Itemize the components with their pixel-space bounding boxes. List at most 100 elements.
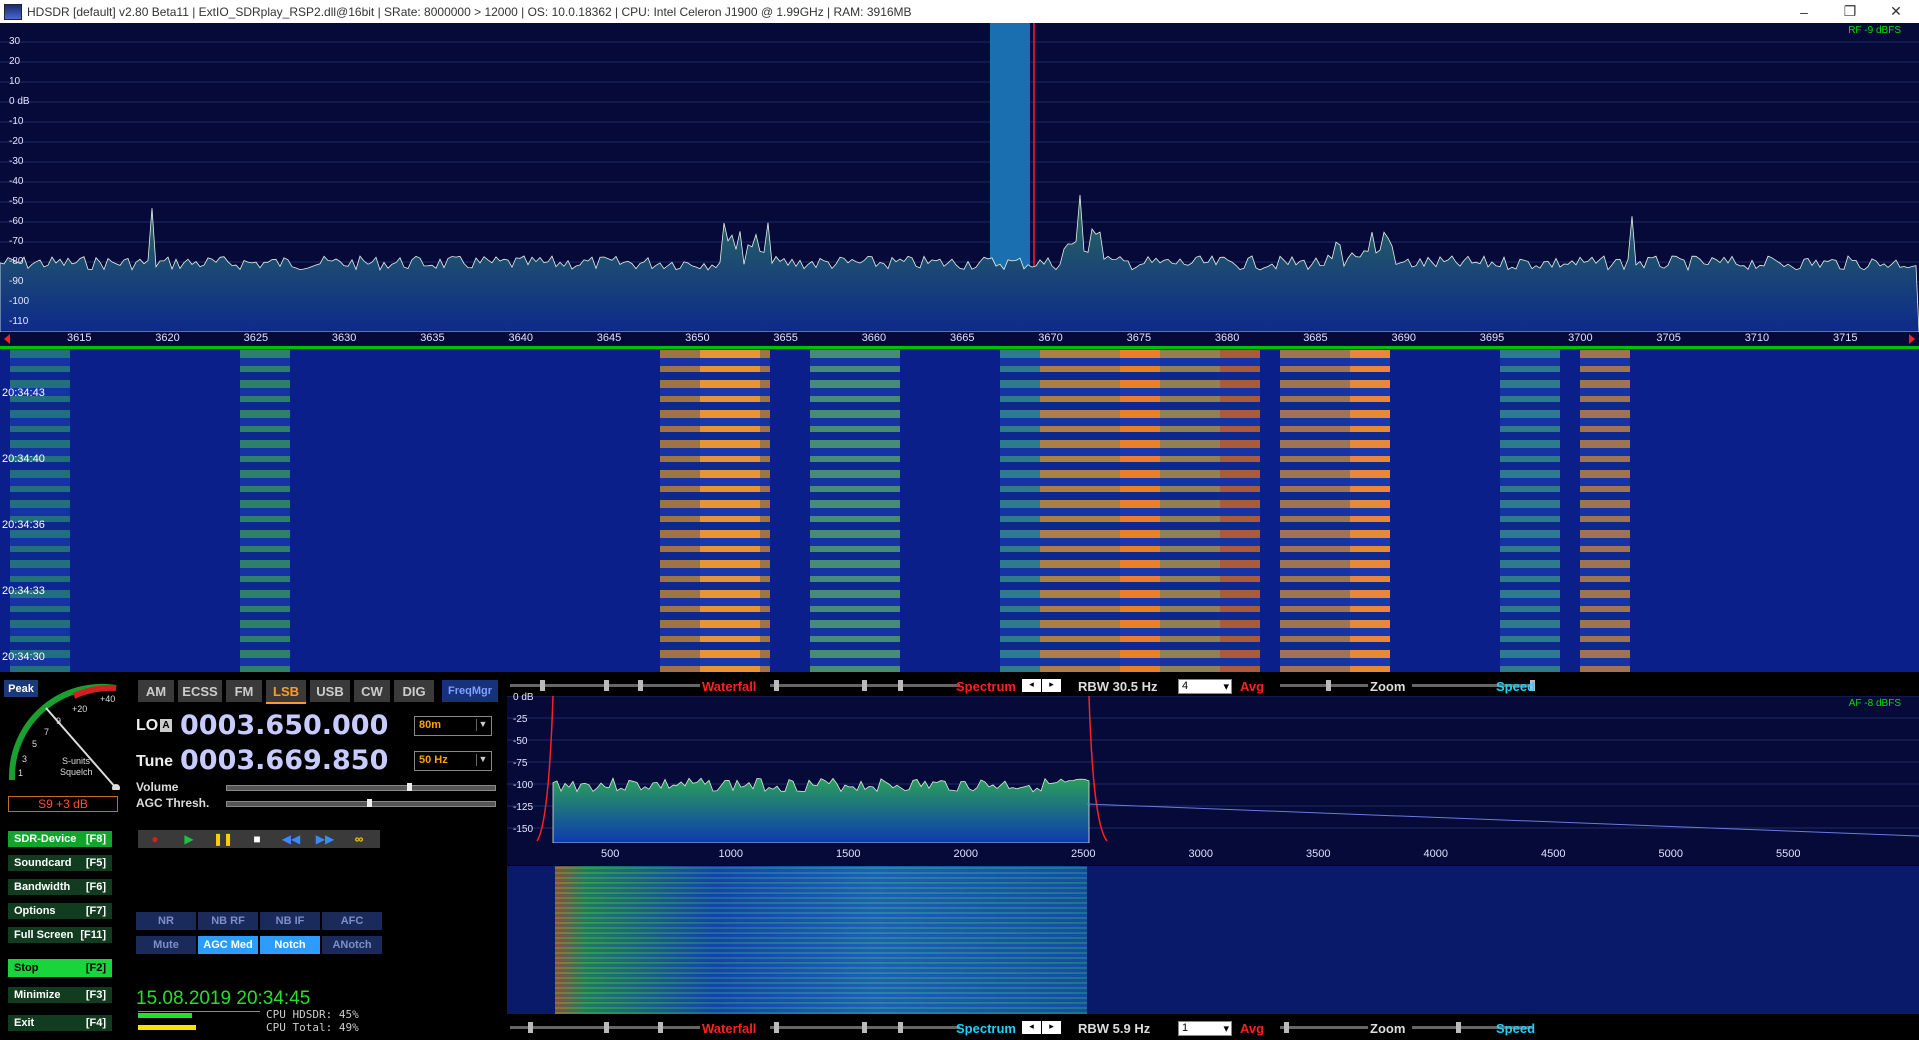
- play-icon[interactable]: ▶: [172, 832, 206, 846]
- stop-icon[interactable]: ■: [240, 832, 274, 846]
- af-freq-label: 4000: [1423, 848, 1448, 860]
- rf-db-label: 30: [9, 36, 21, 47]
- rf-freq-label: 3690: [1391, 332, 1416, 344]
- tune-frequency-display[interactable]: 0003.669.850: [180, 745, 388, 776]
- peak-button[interactable]: Peak: [4, 680, 38, 697]
- afc-button[interactable]: AFC: [322, 912, 382, 930]
- band-select[interactable]: 80m ▼: [414, 716, 492, 736]
- freqmgr-button[interactable]: FreqMgr: [442, 680, 498, 702]
- rf-spectrum-display[interactable]: RF -9 dBFS 30 20 10 0 dB -10 -20 -30 -40 -50 -60 -…: [0, 23, 1919, 332]
- restore-button[interactable]: ❐: [1827, 0, 1873, 23]
- mode-lsb-button[interactable]: LSB: [266, 680, 306, 704]
- rf-freq-label: 3635: [420, 332, 445, 344]
- nr-button[interactable]: NR: [136, 912, 196, 930]
- cpu-hdsdr-text: CPU HDSDR: 45%: [266, 1008, 359, 1021]
- af-zoom-slider[interactable]: [1280, 1026, 1368, 1029]
- svg-text:5: 5: [32, 739, 37, 749]
- rf-freq-label: 3645: [596, 332, 622, 344]
- rf-db-label: -70: [9, 236, 24, 247]
- rf-freq-label: 3675: [1126, 332, 1152, 344]
- window-title: HDSDR [default] v2.80 Beta11 | ExtIO_SDR…: [27, 4, 912, 19]
- cpu-total-text: CPU Total: 49%: [266, 1021, 359, 1034]
- agc-threshold-slider[interactable]: [226, 799, 496, 807]
- rf-freq-label: 3695: [1479, 332, 1505, 344]
- rf-db-label: -10: [9, 116, 24, 127]
- title-bar: HDSDR [default] v2.80 Beta11 | ExtIO_SDR…: [0, 0, 1919, 23]
- af-frequency-axis-bar: 500 1000 1500 2000 2500 3000 3500 4000 4500 5000 5…: [507, 843, 1919, 865]
- sdr-device-button[interactable]: SDR-Device [F8]: [8, 831, 112, 847]
- mode-dig-button[interactable]: DIG: [394, 680, 434, 702]
- nb-if-button[interactable]: NB IF: [260, 912, 320, 930]
- minimize-button[interactable]: –: [1781, 0, 1827, 23]
- step-select[interactable]: 50 Hz ▼: [414, 751, 492, 771]
- rf-db-label: 10: [9, 76, 21, 87]
- step-value: 50 Hz: [419, 754, 448, 766]
- svg-text:+40: +40: [100, 694, 115, 704]
- arrow-right-icon: ▸: [1042, 1021, 1062, 1034]
- close-button[interactable]: ✕: [1873, 0, 1919, 23]
- nb-rf-button[interactable]: NB RF: [198, 912, 258, 930]
- rf-db-label: -50: [9, 196, 24, 207]
- mode-am-button[interactable]: AM: [138, 680, 174, 702]
- record-icon[interactable]: ●: [138, 832, 172, 846]
- volume-slider[interactable]: [226, 783, 496, 791]
- af-waterfall[interactable]: [507, 866, 1919, 1014]
- af-freq-label: 4500: [1541, 848, 1566, 860]
- fast-forward-icon[interactable]: ▶▶: [308, 832, 342, 846]
- af-rbw-arrows[interactable]: ◂ ▸: [1022, 1021, 1062, 1034]
- soundcard-button[interactable]: Soundcard [F5]: [8, 855, 112, 871]
- app-icon: [4, 3, 22, 20]
- af-spectrum-display[interactable]: AF -8 dBFS 0 dB -25 -50 -75 -100 -125 -150: [507, 692, 1919, 844]
- minimize-app-button[interactable]: Minimize [F3]: [8, 987, 112, 1003]
- pause-icon[interactable]: ❚❚: [206, 832, 240, 846]
- agc-button[interactable]: AGC Med: [198, 936, 258, 954]
- waterfall-signal-band: [1000, 349, 1040, 672]
- af-avg-label: Avg: [1240, 1021, 1265, 1036]
- rf-db-label: -100: [9, 296, 30, 307]
- lo-badge[interactable]: A: [160, 719, 172, 732]
- s-meter-readout: S9 +3 dB: [8, 796, 118, 812]
- af-freq-label: 1500: [836, 848, 861, 860]
- af-frequency-axis[interactable]: 500 1000 1500 2000 2500 3000 3500 4000 4500 5000 5…: [507, 843, 1919, 865]
- rewind-icon[interactable]: ◀◀: [274, 832, 308, 846]
- date-time: 15.08.2019 20:34:45: [136, 988, 311, 1009]
- rf-frequency-axis[interactable]: 3615 3620 3625 3630 3635 3640 3645 3650 3655 3660…: [0, 332, 1919, 349]
- af-db-label: -75: [513, 758, 528, 769]
- mode-fm-button[interactable]: FM: [226, 680, 262, 702]
- rf-waterfall[interactable]: 20:34:43 20:34:40 20:34:36 20:34:33 20:34:30: [0, 349, 1919, 672]
- rbw-arrows[interactable]: ◂ ▸: [1022, 679, 1062, 692]
- chevron-down-icon: ▾: [1223, 1023, 1229, 1035]
- mode-cw-button[interactable]: CW: [354, 680, 390, 702]
- notch-button[interactable]: Notch: [260, 936, 320, 954]
- mode-usb-button[interactable]: USB: [310, 680, 350, 702]
- bandwidth-button[interactable]: Bandwidth [F6]: [8, 879, 112, 895]
- recorder-transport: ● ▶ ❚❚ ■ ◀◀ ▶▶ ∞: [138, 830, 380, 848]
- full-screen-button[interactable]: Full Screen [F11]: [8, 927, 112, 943]
- af-rbw-readout: RBW 5.9 Hz: [1078, 1021, 1151, 1036]
- mode-ecss-button[interactable]: ECSS: [178, 680, 222, 702]
- loop-icon[interactable]: ∞: [342, 832, 376, 846]
- rf-freq-label: 3705: [1656, 332, 1681, 344]
- anotch-button[interactable]: ANotch: [322, 936, 382, 954]
- zoom-slider[interactable]: [1280, 684, 1368, 687]
- lo-frequency-display[interactable]: 0003.650.000: [180, 710, 388, 741]
- mute-button[interactable]: Mute: [136, 936, 196, 954]
- svg-text:9: 9: [56, 716, 61, 726]
- scroll-right-icon[interactable]: [1909, 334, 1915, 344]
- waterfall-time-label: 20:34:30: [2, 651, 45, 663]
- af-spectrum-plot: [507, 695, 1919, 844]
- avg-select[interactable]: 4 ▾: [1178, 679, 1232, 694]
- af-avg-select[interactable]: 1 ▾: [1178, 1021, 1232, 1036]
- options-button[interactable]: Options [F7]: [8, 903, 112, 919]
- waterfall-signal-band: [1580, 349, 1630, 672]
- af-db-label: -125: [513, 802, 534, 813]
- rx-filter-passband: [990, 23, 1030, 283]
- af-db-label: -25: [513, 714, 528, 725]
- waterfall-label: Waterfall: [702, 679, 757, 694]
- band-value: 80m: [419, 719, 442, 731]
- af-freq-label: 2500: [1071, 848, 1096, 860]
- rf-freq-label: 3715: [1833, 332, 1858, 344]
- exit-button[interactable]: Exit [F4]: [8, 1015, 112, 1031]
- scroll-left-icon[interactable]: [4, 334, 10, 344]
- stop-button[interactable]: Stop [F2]: [8, 959, 112, 977]
